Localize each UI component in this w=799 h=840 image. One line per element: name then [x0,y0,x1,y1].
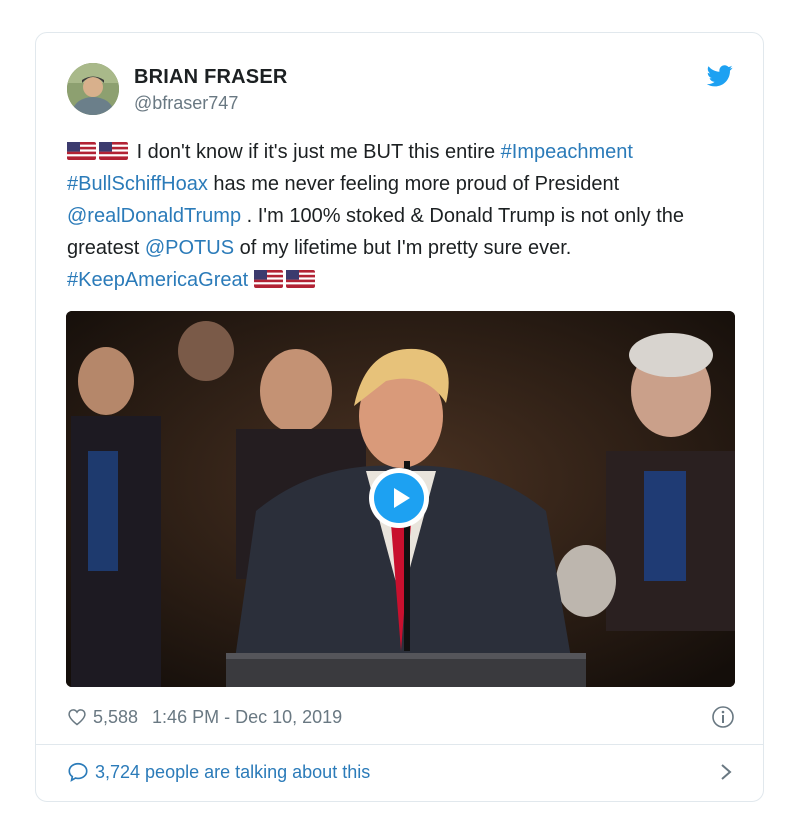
tweet-text-proud: has me never feeling more proud of Presi… [213,173,620,195]
divider [36,744,763,745]
conversation-link[interactable]: 3,724 people are talking about this [67,757,735,787]
play-icon [394,488,410,508]
hashtag-bullschiffhoax-link[interactable]: #BullSchiffHoax [67,173,208,195]
mention-potus-link[interactable]: @POTUS [145,237,234,259]
conversation-text: 3,724 people are talking about this [95,761,371,782]
us-flag-icon [285,270,315,288]
mention-realdonaldtrump-link[interactable]: @realDonaldTrump [67,205,241,227]
author-name[interactable]: BRIAN FRASER [134,66,288,89]
us-flag-icon [67,142,96,160]
play-button[interactable] [369,468,429,528]
chevron-right-icon[interactable] [719,763,733,781]
author-handle[interactable]: @bfraser747 [134,93,238,114]
tweet-timestamp[interactable]: 1:46 PM - Dec 10, 2019 [152,707,342,728]
hashtag-keepamericagreat-link[interactable]: #KeepAmericaGreat [67,269,248,291]
tweet-text-lifetime: of my lifetime but I'm pretty sure ever. [239,237,572,259]
us-flag-icon [253,270,283,288]
tweet-text-intro: I don't know if it's just me BUT this en… [136,141,496,163]
hashtag-impeachment-link[interactable]: #Impeachment [501,141,633,163]
avatar[interactable] [67,63,119,115]
info-icon[interactable] [711,705,735,729]
video-player[interactable] [66,311,735,687]
heart-icon[interactable] [67,707,87,727]
twitter-bird-icon[interactable] [707,65,733,87]
us-flag-icon [99,142,128,160]
tweet-embed-card: BRIAN FRASER @bfraser747 I don't know if… [35,32,764,802]
tweet-text: I don't know if it's just me BUT this en… [67,136,747,296]
like-count[interactable]: 5,588 [93,707,138,728]
speech-bubble-icon [68,762,88,782]
tweet-meta: 5,588 1:46 PM - Dec 10, 2019 [67,703,735,731]
